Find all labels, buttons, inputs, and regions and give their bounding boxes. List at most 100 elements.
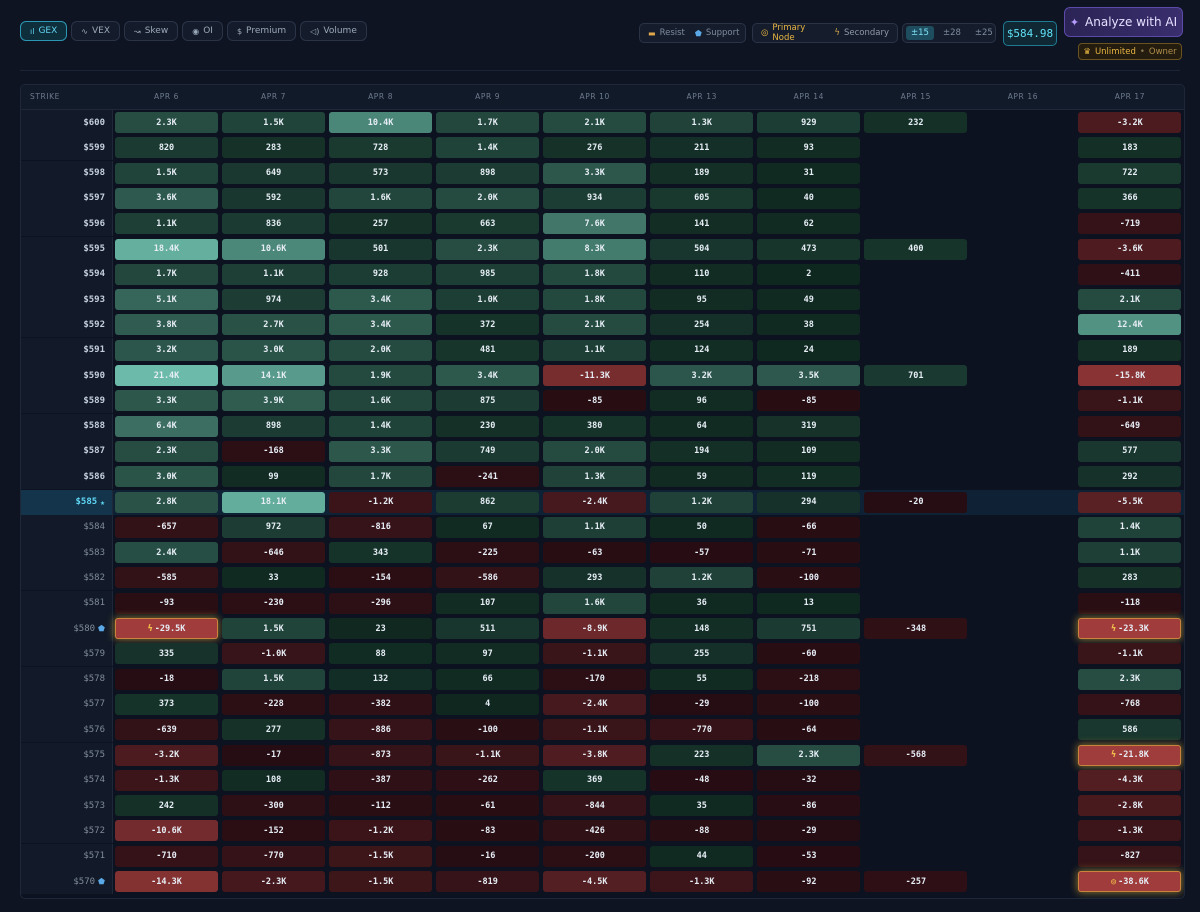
gex-cell[interactable]: -112 — [329, 795, 433, 817]
gex-cell[interactable]: 277 — [222, 719, 326, 741]
strike-label[interactable]: $581 — [21, 590, 113, 616]
gex-cell[interactable]: -29 — [757, 820, 861, 842]
gex-cell[interactable]: 875 — [436, 390, 540, 412]
gex-cell[interactable]: 369 — [543, 769, 647, 791]
gex-cell[interactable]: 3.2K — [650, 365, 754, 386]
gex-cell[interactable]: 2.0K — [543, 440, 647, 462]
gex-cell[interactable]: 3.4K — [329, 289, 433, 311]
gex-cell[interactable]: -228 — [222, 693, 326, 715]
gex-cell[interactable]: -1.1K — [1078, 390, 1182, 412]
gex-cell[interactable]: 110 — [650, 263, 754, 285]
gex-cell[interactable]: -411 — [1078, 263, 1182, 285]
gex-cell[interactable]: -1.5K — [329, 871, 433, 892]
gex-cell[interactable]: 283 — [1078, 567, 1182, 589]
range-button[interactable]: ±15 — [906, 26, 934, 40]
gex-cell[interactable]: 132 — [329, 668, 433, 690]
gex-cell[interactable]: 109 — [757, 440, 861, 462]
gex-cell[interactable]: 1.2K — [650, 567, 754, 589]
gex-cell[interactable]: -426 — [543, 820, 647, 842]
gex-cell[interactable]: -100 — [757, 693, 861, 715]
gex-cell[interactable]: 293 — [543, 567, 647, 589]
gex-cell[interactable]: 3.0K — [115, 466, 218, 488]
gex-cell[interactable]: 97 — [436, 643, 540, 665]
strike-label[interactable]: $591 — [21, 337, 113, 363]
strike-label[interactable]: $580 ⬟ — [21, 616, 113, 641]
gex-cell[interactable]: 898 — [222, 415, 326, 437]
gex-cell[interactable]: -66 — [757, 516, 861, 538]
strike-label[interactable]: $592 — [21, 312, 113, 338]
gex-cell[interactable]: -1.1K — [436, 744, 540, 766]
gex-cell[interactable]: -873 — [329, 744, 433, 766]
gex-cell[interactable]: 2.8K — [115, 491, 218, 513]
strike-label[interactable]: $588 — [21, 413, 113, 439]
gex-cell[interactable]: 1.1K — [222, 263, 326, 285]
gex-cell[interactable]: -3.2K — [115, 744, 218, 766]
gex-cell[interactable]: 292 — [1078, 466, 1182, 488]
strike-label[interactable]: $584 — [21, 514, 113, 540]
date-header[interactable]: APR 7 — [222, 85, 325, 109]
gex-cell[interactable]: 1.1K — [543, 339, 647, 361]
gex-cell[interactable]: -15.8K — [1078, 365, 1182, 386]
gex-cell[interactable]: -586 — [436, 567, 540, 589]
gex-cell[interactable]: -1.0K — [222, 643, 326, 665]
gex-cell[interactable]: 1.1K — [1078, 542, 1182, 564]
gex-cell[interactable]: 2.1K — [1078, 289, 1182, 311]
gex-cell[interactable]: 88 — [329, 643, 433, 665]
gex-cell[interactable]: 2.3K — [115, 112, 218, 133]
gex-cell[interactable]: 501 — [329, 238, 433, 260]
gex-cell[interactable]: -4.3K — [1078, 769, 1182, 791]
gex-cell[interactable]: 21.4K — [115, 365, 218, 386]
gex-cell[interactable]: 141 — [650, 213, 754, 235]
strike-label[interactable]: $597 — [21, 185, 113, 211]
gex-cell[interactable]: -53 — [757, 845, 861, 867]
gex-cell[interactable]: -3.6K — [1078, 238, 1182, 260]
gex-cell[interactable]: -18 — [115, 668, 218, 690]
analyze-ai-button[interactable]: ✦ Analyze with AI — [1064, 7, 1183, 37]
gex-cell[interactable]: -83 — [436, 820, 540, 842]
gex-cell[interactable]: 1.6K — [329, 390, 433, 412]
legend-primary-node[interactable]: ◎ Primary Node — [761, 23, 824, 43]
strike-label[interactable]: $600 — [21, 110, 113, 135]
strike-label[interactable]: $599 — [21, 135, 113, 161]
gex-cell[interactable]: -85 — [543, 390, 647, 412]
gex-cell[interactable]: 14.1K — [222, 365, 326, 386]
gex-cell[interactable]: 194 — [650, 440, 754, 462]
gex-cell[interactable]: 366 — [1078, 187, 1182, 209]
gex-cell[interactable]: 2.4K — [115, 542, 218, 564]
gex-cell[interactable]: -64 — [757, 719, 861, 741]
gex-cell[interactable]: -2.3K — [222, 871, 326, 892]
gex-cell[interactable]: 586 — [1078, 719, 1182, 741]
tab-volume[interactable]: ◁) Volume — [300, 21, 367, 41]
gex-cell[interactable]: -100 — [757, 567, 861, 589]
gex-cell[interactable]: 6.4K — [115, 415, 218, 437]
gex-cell[interactable]: 1.8K — [543, 263, 647, 285]
gex-cell[interactable]: 372 — [436, 314, 540, 336]
strike-label[interactable]: $571 — [21, 843, 113, 869]
gex-cell[interactable]: 985 — [436, 263, 540, 285]
gex-cell[interactable]: 18.4K — [115, 238, 218, 260]
gex-cell[interactable]: -1.5K — [329, 845, 433, 867]
legend-support[interactable]: ⬟ Support — [695, 28, 740, 38]
strike-label[interactable]: $598 — [21, 160, 113, 186]
gex-cell[interactable]: -8.9K — [543, 618, 647, 639]
date-header[interactable]: APR 17 — [1078, 85, 1181, 109]
gex-cell[interactable]: 5.1K — [115, 289, 218, 311]
date-header[interactable]: APR 6 — [115, 85, 218, 109]
gex-cell[interactable]: -827 — [1078, 845, 1182, 867]
gex-cell[interactable]: 35 — [650, 795, 754, 817]
gex-cell[interactable]: 3.8K — [115, 314, 218, 336]
gex-cell[interactable]: 511 — [436, 618, 540, 639]
date-header[interactable]: APR 14 — [757, 85, 860, 109]
gex-cell[interactable]: 1.1K — [115, 213, 218, 235]
gex-cell[interactable]: -20 — [864, 491, 968, 513]
gex-cell[interactable]: 93 — [757, 137, 861, 159]
gex-cell[interactable]: 972 — [222, 516, 326, 538]
gex-cell[interactable]: 67 — [436, 516, 540, 538]
gex-cell[interactable]: -710 — [115, 845, 218, 867]
gex-cell[interactable]: -152 — [222, 820, 326, 842]
gex-cell[interactable]: 148 — [650, 618, 754, 639]
gex-cell[interactable]: 3.3K — [543, 162, 647, 184]
gex-cell[interactable]: 898 — [436, 162, 540, 184]
gex-cell[interactable]: -16 — [436, 845, 540, 867]
gex-cell[interactable]: -568 — [864, 744, 968, 766]
